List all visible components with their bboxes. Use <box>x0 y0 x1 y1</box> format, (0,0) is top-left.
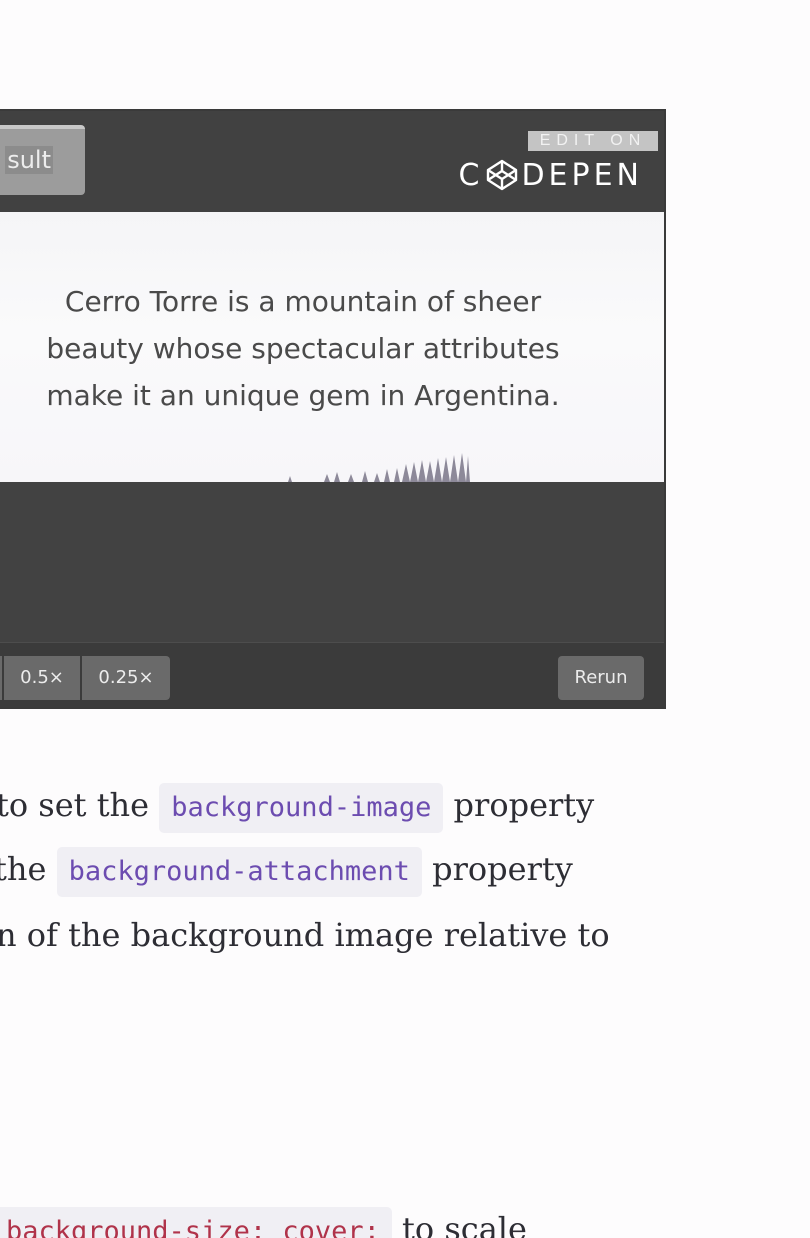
article-line: n of the background image relative to <box>0 916 610 954</box>
codepen-wordmark-right: DEPEN <box>521 157 643 193</box>
embed-empty-area <box>0 482 664 642</box>
tab-result[interactable]: sult <box>0 125 85 195</box>
article-line: background-size: cover; to scale <box>0 1205 527 1238</box>
codepen-wordmark: C DEPEN <box>458 157 644 193</box>
article-text: property <box>453 786 595 824</box>
inline-code: background-image <box>159 782 444 833</box>
article-text: to scale <box>402 1210 527 1238</box>
article-text: property <box>432 850 573 888</box>
embed-header: sult EDIT ON C DEPEN <box>0 111 664 212</box>
tab-result-label: sult <box>5 146 53 174</box>
codepen-wordmark-left: C <box>458 157 484 193</box>
article-text: the <box>0 850 47 888</box>
embed-footer: 0.5× 0.25× Rerun <box>0 642 664 707</box>
inline-code: background-size: cover; <box>0 1206 392 1238</box>
rerun-button[interactable]: Rerun <box>558 656 644 700</box>
zoom-0-5x-button[interactable]: 0.5× <box>4 656 80 700</box>
codepen-embed: sult EDIT ON C DEPEN Cerro Torre is a mo… <box>0 109 666 709</box>
hero-text-line: make it an unique gem in Argentina. <box>46 379 560 412</box>
codepen-cube-icon <box>487 159 518 191</box>
hero-text-line: Cerro Torre is a mountain of sheer <box>64 285 542 318</box>
edit-on-codepen-link[interactable]: EDIT ON C DEPEN <box>459 131 658 193</box>
edit-on-label: EDIT ON <box>528 131 658 151</box>
article-line: to set the background-image property <box>0 781 594 833</box>
inline-code: background-attachment <box>56 846 422 897</box>
article-line: the background-attachment property <box>0 845 573 897</box>
zoom-1x-button[interactable] <box>0 656 2 700</box>
zoom-0-25x-button[interactable]: 0.25× <box>82 656 170 700</box>
article-text: to set the <box>0 786 150 824</box>
hero-text: Cerro Torre is a mountain of sheer beaut… <box>0 278 608 419</box>
forest-silhouette-image <box>288 453 470 482</box>
hero-text-line: beauty whose spectacular attributes <box>46 332 560 365</box>
result-preview: Cerro Torre is a mountain of sheer beaut… <box>0 212 664 482</box>
